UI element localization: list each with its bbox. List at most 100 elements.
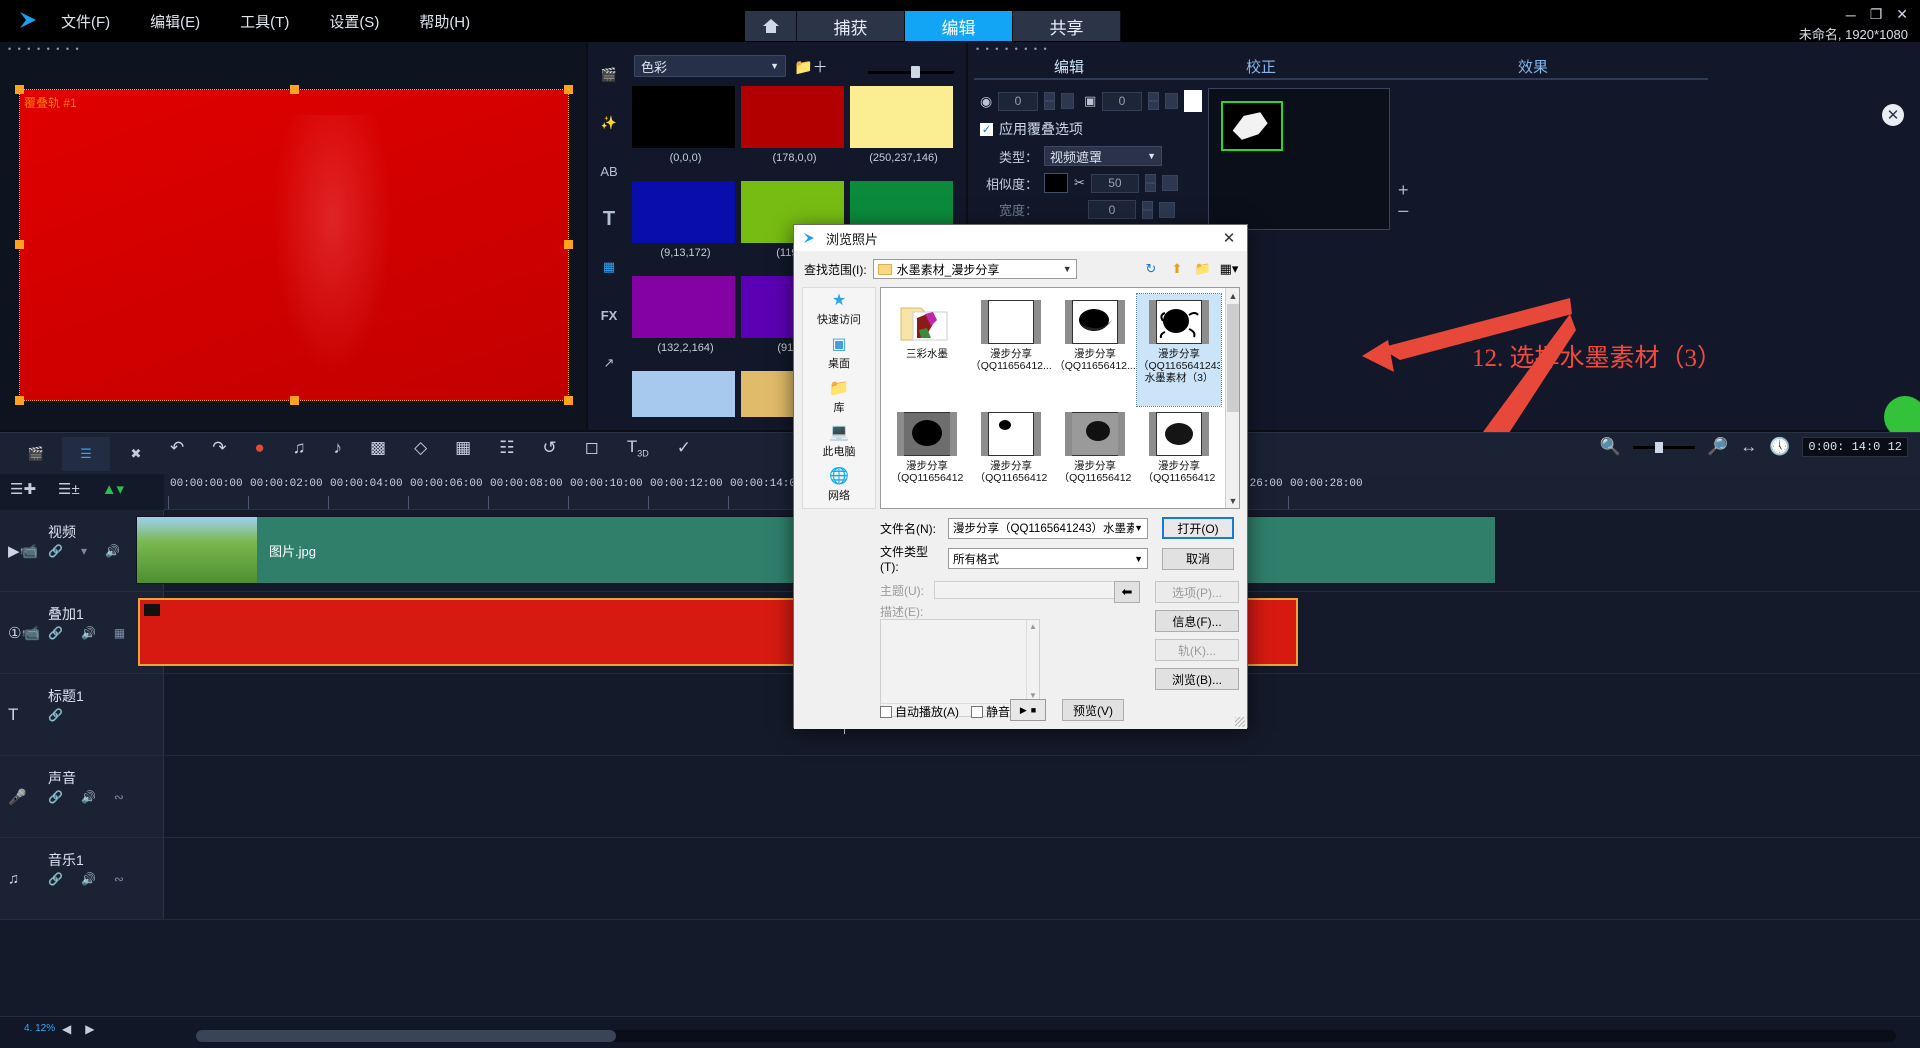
fade-icon[interactable]: ▦ bbox=[114, 626, 125, 640]
border-spinner[interactable] bbox=[1147, 92, 1159, 110]
color-swatch[interactable] bbox=[632, 181, 735, 243]
track-header[interactable]: T 标题1 🔗 bbox=[0, 674, 164, 755]
file-list[interactable]: 三彩水墨 漫步分享（QQ11656412... 漫步分享（QQ11656412.… bbox=[880, 287, 1240, 509]
list-item[interactable]: 漫步分享（QQ11656412... bbox=[1053, 294, 1137, 406]
storyboard-view-icon[interactable]: 🎬 bbox=[12, 437, 60, 471]
timeline-horizontal-scrollbar[interactable] bbox=[196, 1030, 1896, 1042]
resize-handle-bl[interactable] bbox=[15, 396, 24, 405]
color-swatch[interactable] bbox=[741, 86, 844, 148]
multi-trim-icon[interactable]: ◇ bbox=[414, 438, 427, 458]
timeline-total-timecode[interactable]: 0:00: 14:0 12 bbox=[1802, 437, 1908, 457]
rotate-spinner[interactable] bbox=[1043, 92, 1055, 110]
overlay-type-select[interactable]: 视频遮罩 ▼ bbox=[1044, 146, 1162, 166]
track-header[interactable]: 🎤 声音 🔗 🔊 ∾ bbox=[0, 756, 164, 837]
instant-project-icon[interactable]: ✓ bbox=[677, 438, 691, 458]
tab-edit[interactable]: 编辑 bbox=[905, 11, 1013, 41]
add-marker-icon[interactable]: ▲▾ bbox=[102, 480, 124, 498]
similarity-color-swatch[interactable] bbox=[1044, 173, 1068, 193]
close-icon[interactable]: ✕ bbox=[1882, 104, 1904, 126]
sound-tool-icon[interactable]: ♪ bbox=[334, 438, 343, 458]
eyedropper-icon[interactable]: ✂ bbox=[1074, 175, 1085, 191]
zoom-in-icon[interactable]: 🔎 bbox=[1707, 437, 1728, 457]
preview-button[interactable]: 预览(V) bbox=[1062, 699, 1124, 721]
mask-add-button[interactable]: + bbox=[1398, 180, 1409, 200]
list-item[interactable]: 漫步分享（QQ11656412 bbox=[1137, 406, 1221, 508]
mask-thumbnail[interactable] bbox=[1221, 101, 1283, 151]
subtitle-icon[interactable]: ▩ bbox=[370, 438, 386, 458]
resize-handle-tr[interactable] bbox=[564, 85, 573, 94]
audio-mixer-icon[interactable]: ✖ bbox=[112, 437, 160, 471]
resize-handle-tc[interactable] bbox=[290, 85, 299, 94]
mask-preview-box[interactable] bbox=[1208, 88, 1390, 230]
chevron-icon[interactable]: ▾ bbox=[81, 544, 87, 558]
open-button[interactable]: 打开(O) bbox=[1162, 517, 1234, 539]
list-item[interactable]: 漫步分享（QQ11656412 bbox=[1053, 406, 1137, 508]
swatch-cell[interactable]: (178,0,0) bbox=[741, 86, 848, 180]
dialog-resize-grip[interactable] bbox=[1235, 717, 1245, 727]
list-item[interactable]: 三彩水墨 bbox=[885, 294, 969, 406]
redo-icon[interactable]: ↷ bbox=[212, 438, 226, 458]
tab-color-correction[interactable]: 校正 bbox=[1164, 54, 1358, 80]
list-item-selected[interactable]: 漫步分享（QQ1165641243）水墨素材（3） bbox=[1136, 293, 1222, 407]
apply-overlay-row[interactable]: ✓ 应用覆叠选项 bbox=[980, 119, 1202, 139]
panel-grip[interactable]: • • • • • • • • bbox=[8, 44, 81, 54]
cancel-button[interactable]: 取消 bbox=[1162, 547, 1234, 570]
transition-icon[interactable]: ✨ bbox=[594, 108, 624, 138]
preview-selection-frame[interactable] bbox=[15, 85, 573, 405]
new-folder-icon[interactable]: 📁＋ bbox=[794, 56, 828, 77]
fx-icon[interactable]: FX bbox=[594, 300, 624, 330]
swatch-cell[interactable]: (250,237,146) bbox=[850, 86, 957, 180]
view-mode-icon[interactable]: ▦▾ bbox=[1219, 259, 1239, 279]
border-reset-button[interactable] bbox=[1164, 93, 1179, 109]
swatch-cell[interactable]: (9,13,172) bbox=[632, 181, 739, 275]
menu-help[interactable]: 帮助(H) bbox=[413, 7, 476, 36]
menu-edit[interactable]: 编辑(E) bbox=[144, 7, 206, 36]
up-folder-icon[interactable]: ⬆ bbox=[1167, 259, 1187, 279]
tab-home[interactable] bbox=[745, 11, 797, 41]
pan-zoom-icon[interactable]: ↺ bbox=[542, 438, 556, 458]
tab-edit-options[interactable]: 编辑 bbox=[974, 54, 1164, 80]
mask-remove-button[interactable]: – bbox=[1398, 200, 1409, 220]
track-manager-icon[interactable]: ☰✚ bbox=[10, 480, 36, 498]
resize-handle-bc[interactable] bbox=[290, 396, 299, 405]
scroll-left-icon[interactable]: ◀ bbox=[62, 1022, 71, 1036]
timeline-zoom-slider[interactable] bbox=[1633, 441, 1696, 453]
back-icon[interactable]: ↻ bbox=[1141, 259, 1161, 279]
link-icon[interactable]: 🔗 bbox=[48, 790, 63, 804]
place-network[interactable]: 🌐 网络 bbox=[803, 464, 875, 508]
filename-input[interactable]: 漫步分享（QQ1165641243）水墨素材（3） ▼ bbox=[948, 517, 1148, 539]
library-category-select[interactable]: 色彩 ▼ bbox=[634, 55, 786, 77]
path-icon[interactable]: ↗ bbox=[594, 348, 624, 378]
similarity-value[interactable]: 50 bbox=[1090, 173, 1139, 193]
clock-icon[interactable]: 🕔 bbox=[1769, 437, 1790, 457]
fit-project-icon[interactable]: ↔ bbox=[1740, 437, 1757, 457]
browse-button[interactable]: 浏览(B)... bbox=[1155, 668, 1239, 690]
resize-handle-mr[interactable] bbox=[564, 240, 573, 249]
file-list-scrollbar[interactable]: ▲ ▼ bbox=[1225, 288, 1239, 508]
record-capture-icon[interactable]: ● bbox=[255, 438, 265, 458]
track-header[interactable]: ♫ 音乐1 🔗 🔊 ∾ bbox=[0, 838, 164, 919]
similarity-reset-button[interactable] bbox=[1161, 175, 1178, 191]
resize-handle-br[interactable] bbox=[564, 396, 573, 405]
grid-icon[interactable]: ▦ bbox=[455, 438, 471, 458]
place-library[interactable]: 📁 库 bbox=[803, 376, 875, 420]
new-folder-icon[interactable]: 📁 bbox=[1193, 259, 1213, 279]
mix-audio-icon[interactable]: ♫ bbox=[293, 438, 306, 458]
text-t-icon[interactable]: T bbox=[594, 204, 624, 234]
apply-metadata-button[interactable]: ⬅ bbox=[1114, 581, 1140, 603]
swatch-cell[interactable]: (0,0,0) bbox=[632, 86, 739, 180]
menu-settings[interactable]: 设置(S) bbox=[323, 7, 385, 36]
scroll-right-icon[interactable]: ▶ bbox=[85, 1022, 94, 1036]
slider-knob[interactable] bbox=[911, 66, 920, 78]
look-in-combo[interactable]: 水墨素材_漫步分享 ▼ bbox=[872, 259, 1077, 279]
restore-icon[interactable]: ❐ bbox=[1870, 6, 1883, 23]
color-swatch[interactable] bbox=[850, 86, 953, 148]
scrollbar-thumb[interactable] bbox=[196, 1030, 616, 1042]
border-value[interactable]: 0 bbox=[1102, 91, 1142, 111]
autoplay-checkbox[interactable]: 自动播放(A) bbox=[880, 703, 959, 720]
scrollbar-thumb[interactable] bbox=[1227, 304, 1239, 412]
mask-creator-icon[interactable]: ◻ bbox=[585, 438, 599, 458]
zoom-out-icon[interactable]: 🔍 bbox=[1600, 437, 1621, 457]
undo-icon[interactable]: ↶ bbox=[170, 438, 184, 458]
motion-track-icon[interactable]: ☷ bbox=[499, 438, 514, 458]
